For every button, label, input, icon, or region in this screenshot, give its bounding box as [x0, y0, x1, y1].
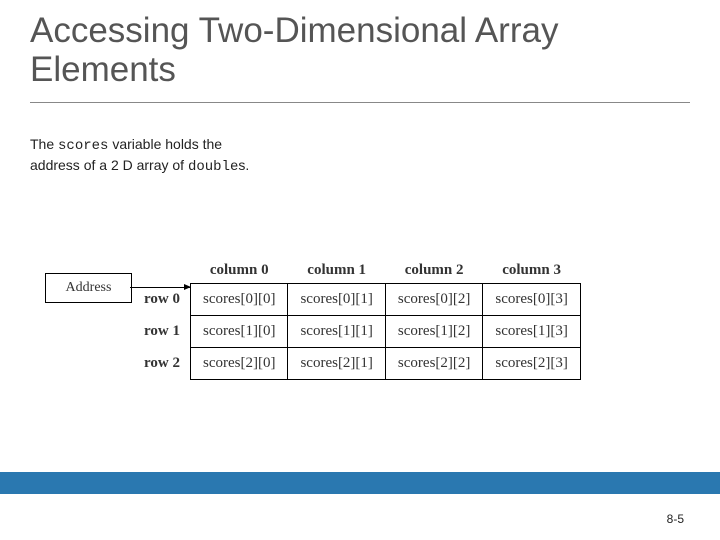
page-number: 8-5 — [667, 512, 684, 526]
footer-bar — [0, 472, 720, 494]
array-cell: scores[1][0] — [190, 316, 287, 348]
col-header: column 1 — [288, 258, 385, 284]
col-header: column 2 — [385, 258, 482, 284]
desc-post: s. — [238, 157, 249, 173]
array-cell: scores[0][0] — [190, 284, 287, 316]
table-corner — [140, 258, 190, 284]
array-table-wrap: column 0 column 1 column 2 column 3 row … — [140, 258, 581, 380]
table-row: row 2 scores[2][0] scores[2][1] scores[2… — [140, 348, 580, 380]
table-row: row 0 scores[0][0] scores[0][1] scores[0… — [140, 284, 580, 316]
address-box: Address — [45, 273, 132, 303]
page-title: Accessing Two-Dimensional Array Elements — [30, 12, 690, 89]
array-cell: scores[2][2] — [385, 348, 482, 380]
array-cell: scores[1][1] — [288, 316, 385, 348]
array-cell: scores[2][0] — [190, 348, 287, 380]
row-header: row 2 — [140, 348, 190, 380]
desc-type: double — [188, 159, 238, 175]
desc-variable: scores — [58, 138, 108, 154]
row-header: row 0 — [140, 284, 190, 316]
array-cell: scores[0][2] — [385, 284, 482, 316]
table-header-row: column 0 column 1 column 2 column 3 — [140, 258, 580, 284]
description-text: The scores variable holds the address of… — [30, 135, 250, 177]
slide: Accessing Two-Dimensional Array Elements… — [0, 0, 720, 540]
col-header: column 3 — [483, 258, 580, 284]
table-row: row 1 scores[1][0] scores[1][1] scores[1… — [140, 316, 580, 348]
col-header: column 0 — [190, 258, 287, 284]
array-table: column 0 column 1 column 2 column 3 row … — [140, 258, 581, 380]
array-cell: scores[2][3] — [483, 348, 580, 380]
array-cell: scores[1][2] — [385, 316, 482, 348]
array-cell: scores[0][3] — [483, 284, 580, 316]
array-cell: scores[0][1] — [288, 284, 385, 316]
array-cell: scores[2][1] — [288, 348, 385, 380]
row-header: row 1 — [140, 316, 190, 348]
title-underline — [30, 102, 690, 103]
desc-pre: The — [30, 136, 58, 152]
array-cell: scores[1][3] — [483, 316, 580, 348]
